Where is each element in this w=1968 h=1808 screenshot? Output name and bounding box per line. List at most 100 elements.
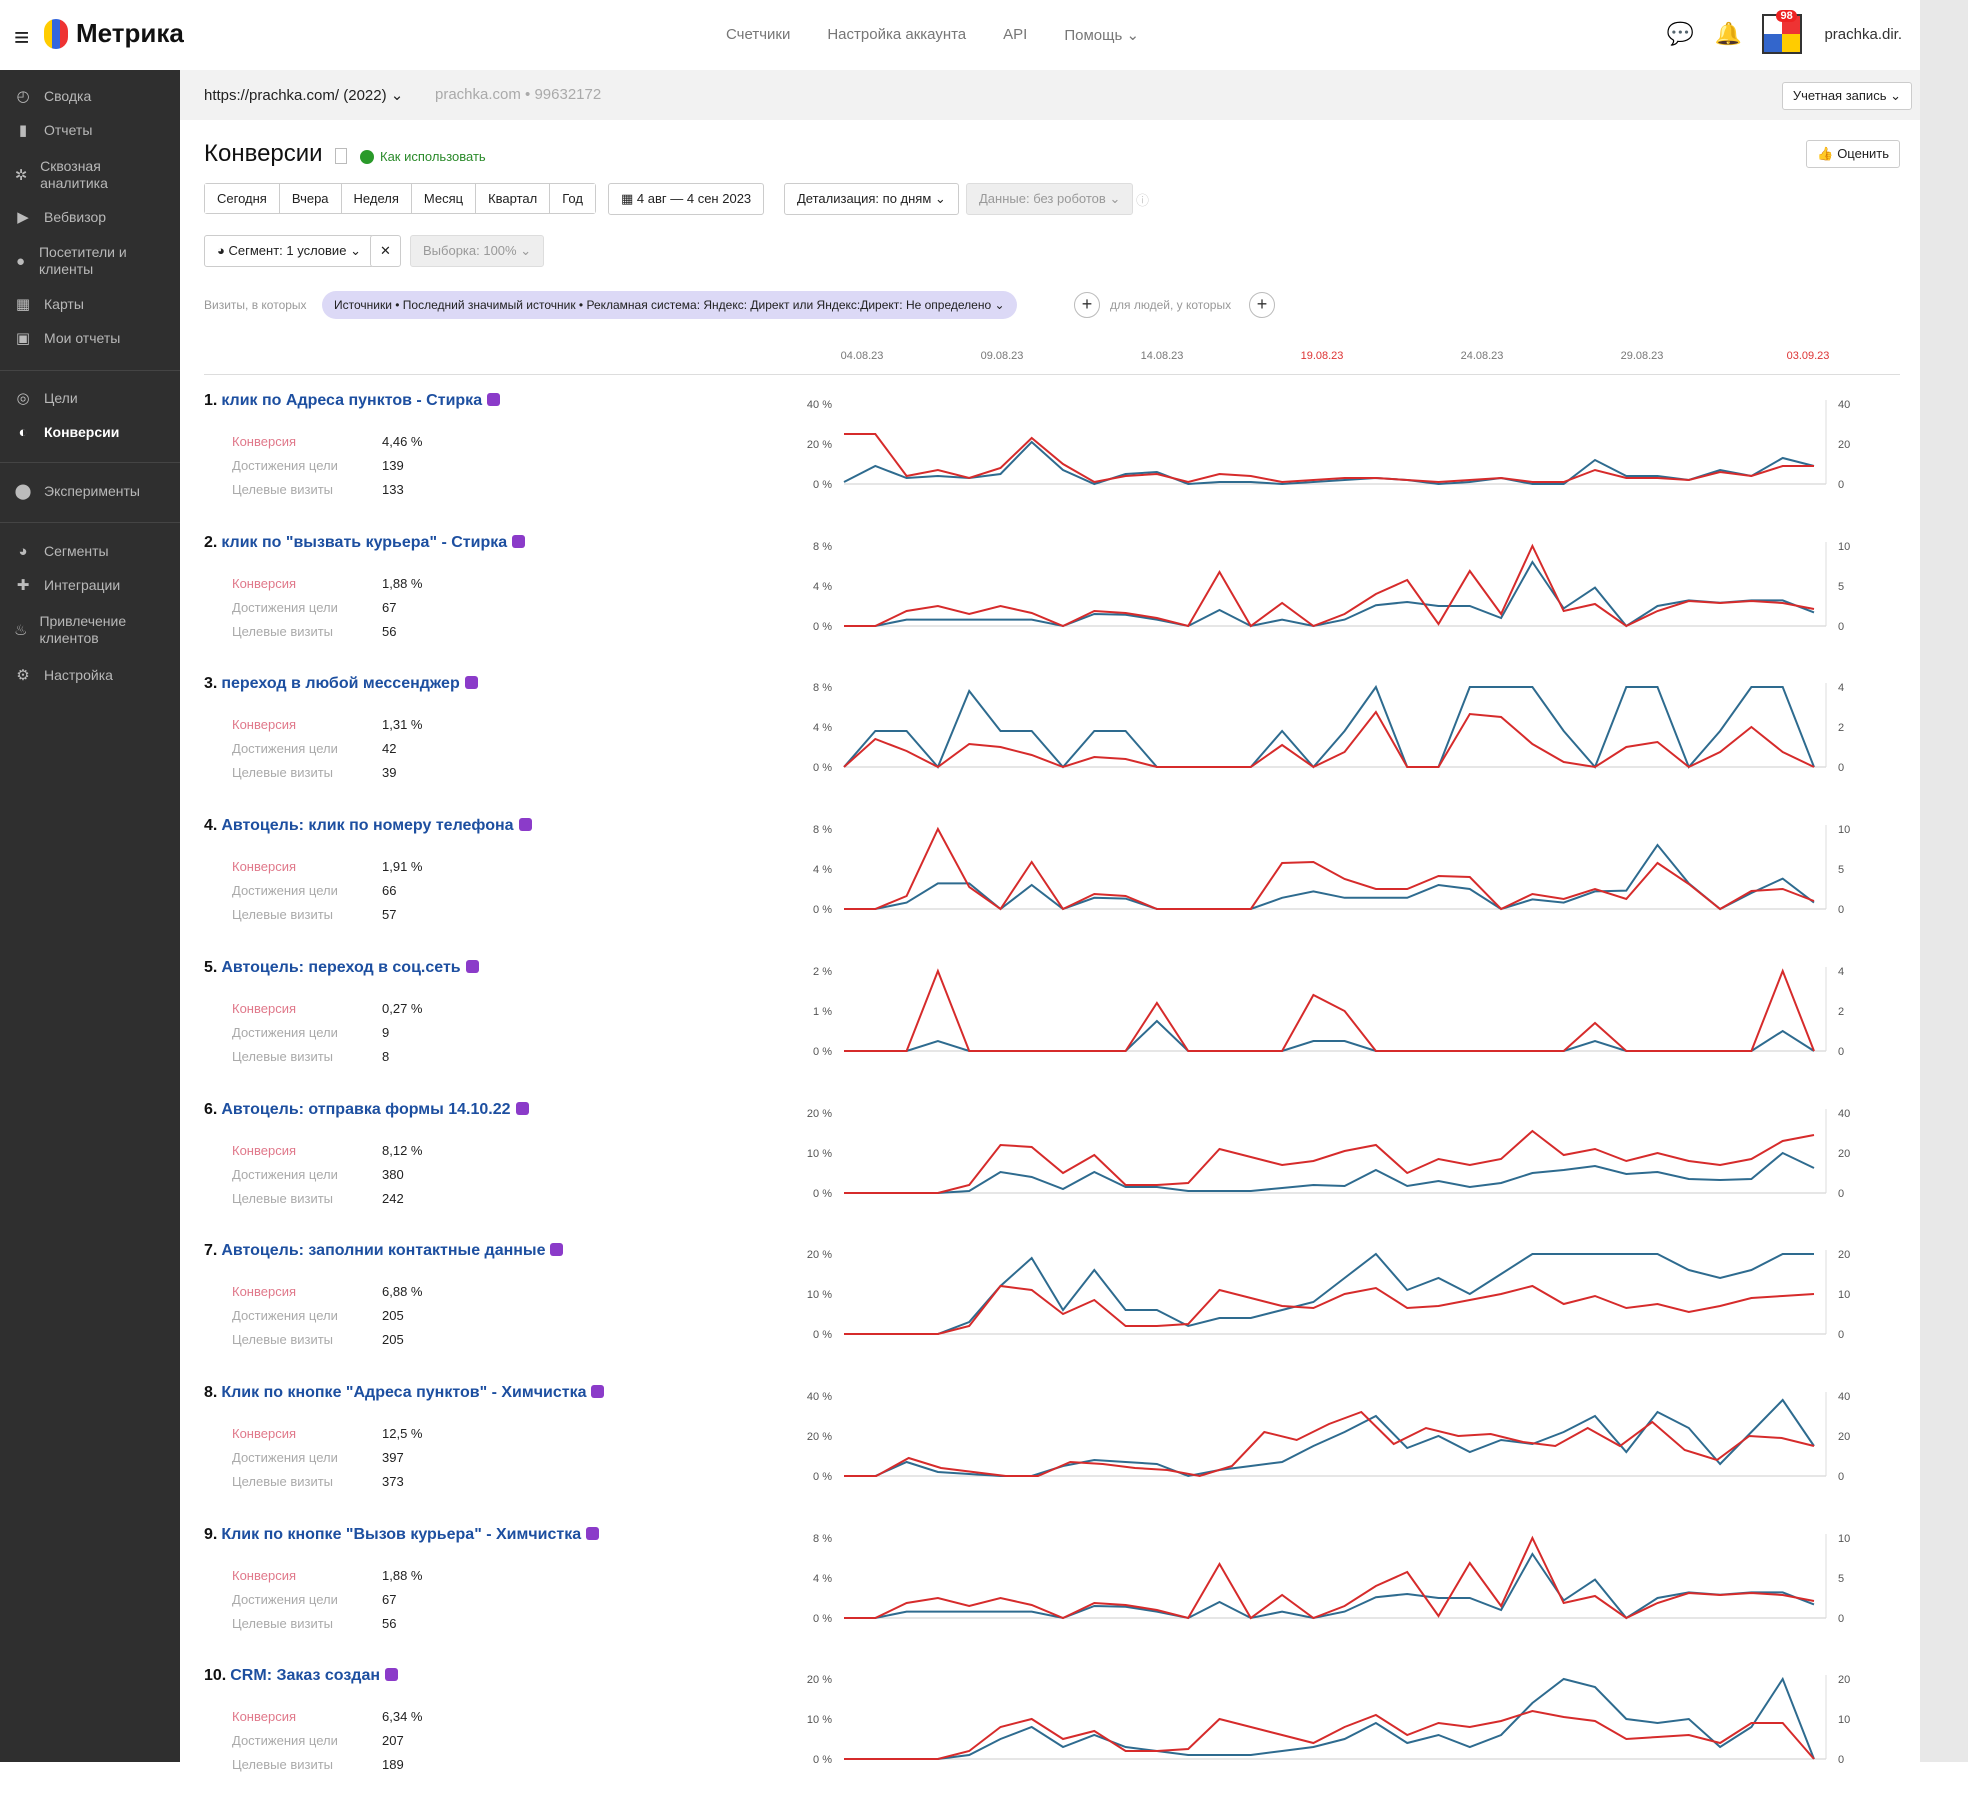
goal-title[interactable]: 6. Автоцель: отправка формы 14.10.22 xyxy=(204,1101,529,1119)
right-tick-label: 10 xyxy=(1838,541,1850,553)
external-link-icon[interactable] xyxy=(512,534,526,548)
goal-title[interactable]: 5. Автоцель: переход в соц.сеть xyxy=(204,959,479,977)
sidebar-item-conversions[interactable]: ◐ Конверсии xyxy=(14,424,119,441)
help-icon[interactable]: ⓘ xyxy=(1136,190,1149,209)
goal-title[interactable]: 1. клик по Адреса пунктов - Стирка xyxy=(204,392,501,410)
metric-visits: Целевые визиты 242 xyxy=(232,1191,404,1206)
filter-condition[interactable]: Источники • Последний значимый источник … xyxy=(322,291,1017,319)
sidebar-item-segments[interactable]: ◕ Сегменты xyxy=(14,543,108,560)
howto-link[interactable]: Как использовать xyxy=(360,149,486,164)
metric-value: 12,5 % xyxy=(382,1425,423,1441)
username[interactable]: prachka.dir. xyxy=(1824,26,1902,43)
add-people-condition-button[interactable]: + xyxy=(1249,292,1275,318)
bell-icon[interactable]: 🔔 xyxy=(1714,21,1741,47)
sidebar-item-reports[interactable]: ▮ Отчеты xyxy=(14,122,93,139)
sidebar-item-maps[interactable]: ▦ Карты xyxy=(14,296,84,313)
metric-visits: Целевые визиты 57 xyxy=(232,907,396,922)
goal-name: Автоцель: заполнии контактные данные xyxy=(221,1242,546,1260)
sidebar-item-integrations[interactable]: ✚ Интеграции xyxy=(14,577,120,594)
sidebar-item-webvisor[interactable]: ▶ Вебвизор xyxy=(14,209,106,226)
sidebar-item-end-to-end[interactable]: ✲ Сквозная аналитика xyxy=(14,158,144,192)
goal-title[interactable]: 2. клик по "вызвать курьера" - Стирка xyxy=(204,534,526,552)
left-tick-label: 2 % xyxy=(813,966,832,978)
left-tick-label: 20 % xyxy=(807,1674,832,1686)
external-link-icon[interactable] xyxy=(586,1526,600,1540)
folder-icon: ▣ xyxy=(15,330,31,347)
info-icon xyxy=(360,149,374,164)
metric-conversion: Конверсия 6,88 % xyxy=(232,1284,422,1299)
nav-help[interactable]: Помощь ⌄ xyxy=(1064,26,1139,44)
nav-counters[interactable]: Счетчики xyxy=(726,26,790,44)
external-link-icon[interactable] xyxy=(591,1384,605,1398)
metric-value: 1,88 % xyxy=(382,1567,423,1583)
menu-icon[interactable]: ≡ xyxy=(14,22,29,53)
external-link-icon[interactable] xyxy=(487,393,501,406)
goal-name: Клик по кнопке "Вызов курьера" - Химчист… xyxy=(221,1525,582,1543)
external-link-icon[interactable] xyxy=(518,818,532,832)
nav-api[interactable]: API xyxy=(1003,26,1027,44)
sidebar-item-experiments[interactable]: ⬤ Эксперименты xyxy=(14,483,140,500)
period-year[interactable]: Год xyxy=(550,184,595,213)
metric-value: 1,88 % xyxy=(382,575,423,591)
right-tick-label: 40 xyxy=(1838,1108,1850,1120)
goal-row: 2. клик по "вызвать курьера" - Стирка Конв… xyxy=(204,534,1904,675)
period-quarter[interactable]: Квартал xyxy=(476,184,551,213)
goal-title[interactable]: 4. Автоцель: клик по номеру телефона xyxy=(204,817,532,835)
sidebar-item-acquisition[interactable]: ♨ Привлечение клиентов xyxy=(14,613,144,647)
period-month[interactable]: Месяц xyxy=(411,184,477,213)
goal-title[interactable]: 10. CRM: Заказ создан xyxy=(204,1667,399,1685)
segment-clear-button[interactable]: ✕ xyxy=(370,235,401,267)
metric-value: 39 xyxy=(382,765,397,781)
goal-title[interactable]: 8. Клик по кнопке "Адреса пунктов" - Химч… xyxy=(204,1384,605,1402)
detail-select[interactable]: Детализация: по дням ⌄ xyxy=(784,183,959,215)
sample-select[interactable]: Выборка: 100% ⌄ xyxy=(410,235,545,267)
chat-icon[interactable]: 💬 xyxy=(1666,21,1693,47)
left-tick-label: 0 % xyxy=(813,1329,832,1341)
right-tick-label: 0 xyxy=(1838,762,1844,774)
period-yesterday[interactable]: Вчера xyxy=(279,184,342,213)
goal-title[interactable]: 3. переход в любой мессенджер xyxy=(204,675,478,693)
metric-value: 67 xyxy=(382,1591,397,1607)
external-link-icon[interactable] xyxy=(550,1243,564,1257)
add-visit-condition-button[interactable]: + xyxy=(1074,292,1100,318)
sidebar-item-visitors[interactable]: ● Посетители и клиенты xyxy=(14,244,144,278)
metric-conversion: Конверсия 8,12 % xyxy=(232,1143,422,1158)
metric-value: 373 xyxy=(382,1473,404,1489)
sidebar-item-settings[interactable]: ⚙ Настройка xyxy=(14,667,113,684)
bookmark-icon[interactable] xyxy=(335,148,347,164)
rate-button[interactable]: 👍 Оценить xyxy=(1806,140,1900,168)
logo[interactable]: Метрика xyxy=(44,18,184,49)
goal-row: 9. Клик по кнопке "Вызов курьера" - Химчи… xyxy=(204,1526,1904,1667)
metric-visits: Целевые визиты 189 xyxy=(232,1757,404,1772)
avatar[interactable]: 98 xyxy=(1762,10,1803,54)
sidebar-item-goals[interactable]: ◎ Цели xyxy=(14,390,77,407)
sidebar-item-summary[interactable]: ◴ Сводка xyxy=(14,88,91,105)
gear-icon: ⚙ xyxy=(16,667,30,684)
site-select[interactable]: https://prachka.com/ (2022) ⌄ xyxy=(204,86,403,104)
goal-title[interactable]: 7. Автоцель: заполнии контактные данные xyxy=(204,1242,564,1260)
right-tick-label: 5 xyxy=(1838,581,1844,593)
external-link-icon[interactable] xyxy=(515,1101,529,1115)
metric-conversion: Конверсия 6,34 % xyxy=(232,1709,422,1724)
segment-select[interactable]: ◕ Сегмент: 1 условие ⌄ xyxy=(204,235,374,267)
nav-account-settings[interactable]: Настройка аккаунта xyxy=(827,26,966,44)
date-range-button[interactable]: ▦ 4 авг — 4 сен 2023 xyxy=(608,183,765,215)
period-week[interactable]: Неделя xyxy=(341,184,412,213)
chevron-down-icon: ⌄ xyxy=(520,243,532,258)
sidebar: ◴ Сводка ▮ Отчеты ✲ Сквозная аналитика ▶ Веб… xyxy=(0,70,180,1762)
robots-select[interactable]: Данные: без роботов ⌄ xyxy=(966,183,1134,215)
external-link-icon[interactable] xyxy=(385,1668,399,1682)
right-tick-label: 40 xyxy=(1838,1391,1850,1403)
visits-series-line xyxy=(844,1677,1815,1761)
right-tick-label: 0 xyxy=(1838,1613,1844,1625)
period-today[interactable]: Сегодня xyxy=(205,184,280,213)
metric-value: 56 xyxy=(382,623,397,639)
account-button[interactable]: Учетная запись ⌄ xyxy=(1781,82,1912,110)
notification-badge: 98 xyxy=(1776,10,1797,22)
goal-number: 9. xyxy=(204,1525,218,1543)
external-link-icon[interactable] xyxy=(465,959,479,973)
goal-row: 5. Автоцель: переход в соц.сеть Конверсия 0… xyxy=(204,959,1904,1100)
goal-title[interactable]: 9. Клик по кнопке "Вызов курьера" - Химчи… xyxy=(204,1525,600,1544)
external-link-icon[interactable] xyxy=(464,676,478,690)
sidebar-item-my-reports[interactable]: ▣ Мои отчеты xyxy=(14,330,120,347)
